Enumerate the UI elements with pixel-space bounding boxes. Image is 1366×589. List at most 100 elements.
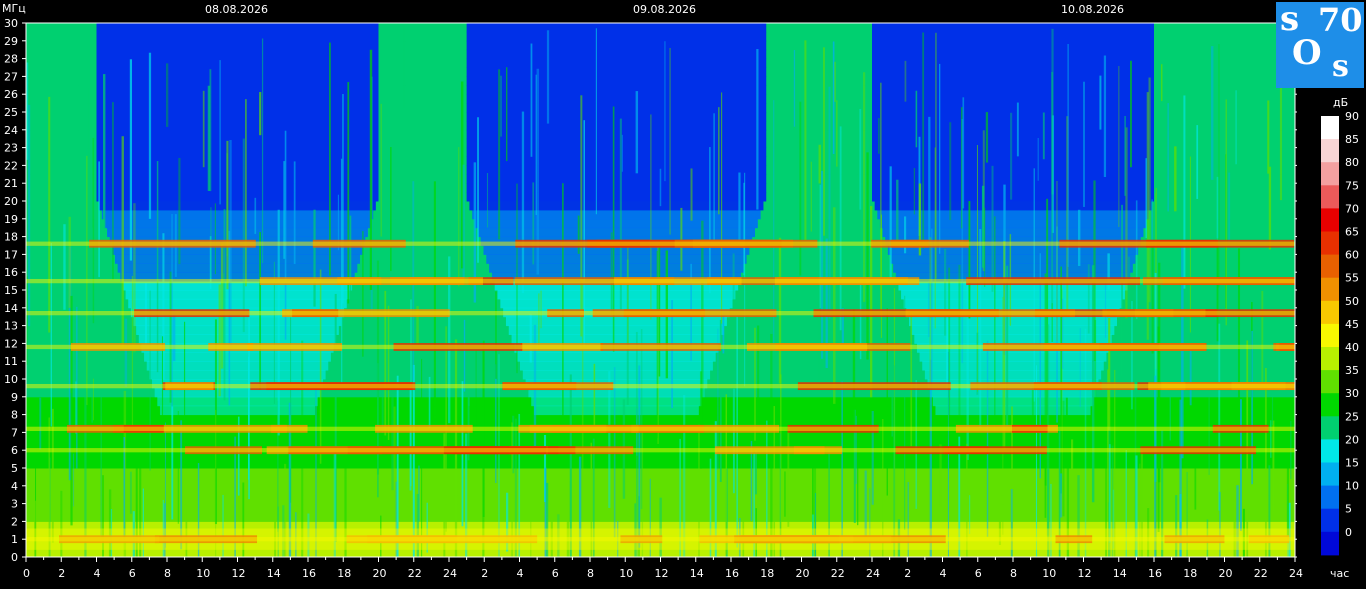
- date-label-2: 09.08.2026: [633, 3, 696, 16]
- heatmap-cell: [872, 40, 1154, 51]
- heatmap-streak: [245, 99, 247, 287]
- heatmap-streak: [680, 207, 683, 271]
- heatmap-cell: [466, 67, 767, 77]
- heatmap-cell: [872, 120, 1154, 131]
- heatmap-streak: [994, 216, 996, 436]
- heatmap-streak: [165, 63, 169, 127]
- heatmap-streak: [148, 52, 152, 219]
- heatmap-streak: [1051, 72, 1054, 310]
- colorbar-tick-label: 20: [1345, 433, 1359, 446]
- heatmap-streak: [458, 147, 460, 287]
- heatmap-streak: [1183, 95, 1186, 289]
- heatmap-streak: [1135, 200, 1138, 320]
- heatmap-streak: [984, 207, 986, 287]
- x-tick-label: 10: [1042, 567, 1056, 580]
- heatmap-streak: [1037, 137, 1039, 181]
- heatmap-streak: [133, 203, 136, 353]
- heatmap-streak: [1167, 103, 1169, 212]
- heatmap-streak: [1104, 278, 1107, 338]
- heatmap-streak: [799, 101, 802, 276]
- heatmap-streak: [770, 333, 773, 557]
- heatmap-streak: [421, 358, 423, 557]
- heatmap-band-line: [26, 344, 1295, 350]
- y-tick-label: 10: [4, 373, 18, 386]
- heatmap-streak: [1151, 242, 1154, 354]
- x-tick-label: 4: [517, 567, 524, 580]
- colorbar-swatch: [1321, 185, 1339, 209]
- colorbar-swatch: [1321, 531, 1339, 556]
- heatmap-streak: [486, 172, 489, 228]
- x-tick-label: 12: [232, 567, 246, 580]
- heatmap-streak: [546, 30, 550, 124]
- heatmap-streak: [1084, 328, 1087, 557]
- heatmap-streak: [1067, 43, 1069, 267]
- heatmap-streak: [708, 147, 711, 294]
- x-tick-label: 16: [302, 567, 316, 580]
- colorbar-swatch: [1321, 139, 1339, 163]
- heatmap-streak: [530, 43, 533, 157]
- heatmap-streak: [825, 116, 828, 234]
- x-tick-label: 10: [196, 567, 210, 580]
- x-tick-label: 24: [1289, 567, 1303, 580]
- y-tick-label: 21: [4, 177, 18, 190]
- heatmap-streak: [68, 216, 71, 308]
- heatmap-streak: [183, 321, 186, 464]
- heatmap-streak: [985, 112, 989, 163]
- heatmap-streak: [1016, 102, 1019, 157]
- heatmap-streak: [124, 318, 128, 388]
- y-tick-label: 12: [4, 337, 18, 350]
- y-tick-label: 15: [4, 284, 18, 297]
- heatmap-streak: [529, 313, 532, 363]
- heatmap-streak: [535, 74, 537, 216]
- x-tick-label: 6: [129, 567, 136, 580]
- date-label-3: 10.08.2026: [1061, 3, 1124, 16]
- heatmap-streak: [48, 96, 51, 333]
- colorbar-swatch: [1321, 370, 1339, 394]
- y-tick-label: 6: [11, 444, 18, 457]
- heatmap-streak: [922, 32, 925, 249]
- heatmap-cell: [117, 263, 358, 273]
- heatmap-streak: [1079, 328, 1081, 408]
- heatmap-band-line: [26, 383, 1295, 389]
- colorbar-tick-label: 5: [1345, 503, 1352, 516]
- heatmap-streak: [820, 171, 824, 359]
- heatmap-cell: [472, 209, 761, 220]
- y-tick-label: 26: [4, 88, 18, 101]
- heatmap-streak: [863, 72, 866, 302]
- heatmap-cell: [107, 227, 368, 238]
- heatmap-streak: [1035, 365, 1038, 557]
- heatmap-cell: [909, 316, 1117, 327]
- heatmap-streak: [156, 161, 159, 373]
- x-tick-label: 18: [1183, 567, 1197, 580]
- heatmap-streak: [495, 291, 497, 379]
- heatmap-streak: [856, 136, 858, 208]
- heatmap-cell: [872, 31, 1154, 42]
- heatmap-cell: [157, 396, 318, 407]
- heatmap-cell: [872, 67, 1154, 77]
- colorbar-tick-label: 80: [1345, 156, 1359, 169]
- heatmap-streak: [395, 191, 398, 245]
- heatmap-streak: [521, 111, 525, 294]
- plot-area: [26, 23, 1295, 557]
- heatmap-streak: [223, 209, 226, 401]
- colorbar-label: дБ: [1333, 96, 1348, 109]
- y-tick-label: 29: [4, 35, 18, 48]
- heatmap-cell: [96, 94, 379, 104]
- heatmap-streak: [638, 365, 641, 548]
- heatmap-cell: [101, 209, 374, 220]
- heatmap-streak: [1002, 296, 1004, 535]
- heatmap-streak: [891, 267, 893, 437]
- heatmap-streak: [818, 144, 821, 184]
- heatmap-streak: [1060, 266, 1062, 494]
- x-tick-label: 4: [94, 567, 101, 580]
- heatmap-cell: [96, 138, 379, 149]
- heatmap-streak: [538, 293, 540, 351]
- heatmap-streak: [284, 130, 287, 340]
- heatmap-streak: [391, 313, 394, 491]
- colorbar-swatch: [1321, 439, 1339, 463]
- y-tick-label: 9: [11, 391, 18, 404]
- heatmap-streak: [433, 181, 436, 419]
- heatmap-cell: [914, 334, 1112, 344]
- heatmap-streak: [1070, 439, 1074, 495]
- heatmap-streak: [991, 165, 994, 292]
